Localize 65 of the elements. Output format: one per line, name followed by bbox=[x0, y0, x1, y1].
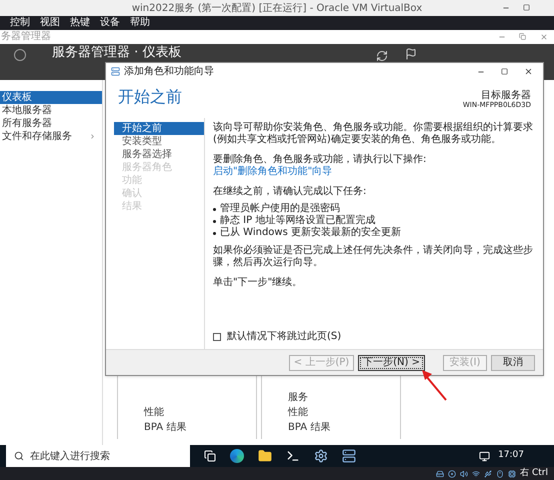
tile-item[interactable]: BPA 结果 bbox=[288, 423, 400, 433]
device-status-icon[interactable] bbox=[472, 470, 480, 478]
tile-item[interactable]: BPA 结果 bbox=[144, 423, 256, 433]
folder-icon[interactable] bbox=[258, 449, 272, 463]
intro-paragraph: 该向导可帮助你安装角色、角色服务或功能。你需要根据组织的计算要求(例如共享文档或托管网站)确定要安装的角色、角色服务或功能。 bbox=[213, 122, 534, 146]
device-status-icon[interactable] bbox=[496, 470, 504, 478]
target-label: 目标服务器 bbox=[481, 90, 531, 101]
clock[interactable]: 17:07 bbox=[498, 449, 524, 463]
page-heading: 开始之前 bbox=[118, 86, 182, 108]
wizard-step[interactable]: 安装类型 bbox=[114, 135, 204, 148]
breadcrumb: 服务器管理器 · 仪表板 bbox=[52, 45, 182, 60]
prerequisite-item: 已从 Windows 更新安装最新的安全更新 bbox=[220, 227, 401, 239]
device-status-icon[interactable] bbox=[448, 470, 456, 478]
menu-item[interactable]: 帮助 bbox=[130, 18, 150, 28]
restore-icon[interactable] bbox=[519, 33, 526, 40]
wizard-step[interactable]: 服务器选择 bbox=[114, 148, 204, 161]
search-field[interactable]: 在此键入进行搜索 bbox=[6, 445, 190, 467]
skip-checkbox[interactable] bbox=[213, 333, 221, 341]
menu-item[interactable]: 控制 bbox=[10, 18, 30, 28]
bullet-icon bbox=[213, 232, 216, 235]
network-icon[interactable] bbox=[479, 450, 490, 462]
device-status-icon[interactable] bbox=[484, 470, 492, 478]
host-key: 右 Ctrl bbox=[520, 469, 548, 478]
nav-item[interactable]: 本地服务器 bbox=[0, 104, 102, 117]
annotation-arrow bbox=[420, 368, 448, 402]
device-status-icon[interactable] bbox=[460, 470, 468, 478]
search-icon bbox=[14, 451, 24, 461]
flag-icon[interactable] bbox=[405, 48, 417, 60]
dialog-button[interactable]: 取消 bbox=[491, 354, 535, 370]
prerequisite-item: 静态 IP 地址等网络设置已配置完成 bbox=[220, 215, 376, 226]
remove-instruction: 要删除角色、角色服务或功能，请执行以下操作: bbox=[213, 154, 428, 166]
close-icon[interactable] bbox=[524, 67, 533, 76]
tile-item[interactable]: 服务 bbox=[288, 393, 400, 403]
remove-wizard-link[interactable]: 启动"删除角色和功能"向导 bbox=[213, 166, 332, 178]
app-title: 务器管理器 bbox=[0, 32, 51, 42]
continue-instruction: 单击"下一步"继续。 bbox=[213, 277, 304, 289]
device-status-icon[interactable] bbox=[508, 470, 516, 478]
task-view-icon[interactable] bbox=[204, 450, 216, 462]
bullet-icon bbox=[213, 208, 216, 211]
nav-item[interactable]: 所有服务器 bbox=[0, 117, 102, 130]
menu-item[interactable]: 热键 bbox=[70, 18, 90, 28]
nav-item[interactable]: 文件和存储服务 bbox=[0, 130, 102, 143]
verify-paragraph: 如果你必须验证是否已完成上述任何先决条件，请关闭向导，完成这些步骤，然后再次运行向导。 bbox=[213, 245, 534, 269]
bullet-icon bbox=[213, 220, 216, 223]
maximize-icon[interactable] bbox=[501, 68, 508, 75]
refresh-icon[interactable] bbox=[376, 50, 388, 62]
expand-icon[interactable] bbox=[89, 133, 96, 140]
menu-item[interactable]: 设备 bbox=[100, 18, 120, 28]
dialog-title: 添加角色和功能向导 bbox=[124, 64, 214, 79]
checkbox-label: 默认情况下将跳过此页(S) bbox=[227, 331, 342, 343]
maximize-icon[interactable] bbox=[523, 4, 530, 11]
prereq-intro: 在继续之前，请确认完成以下任务: bbox=[213, 186, 368, 198]
terminal-icon[interactable] bbox=[286, 449, 300, 463]
menu-item[interactable]: 视图 bbox=[40, 18, 60, 28]
browser-icon[interactable] bbox=[230, 449, 244, 463]
wizard-icon bbox=[111, 67, 120, 76]
nav-item[interactable]: 仪表板 bbox=[0, 91, 102, 104]
settings-icon[interactable] bbox=[314, 449, 328, 463]
device-status-icon[interactable] bbox=[436, 470, 444, 478]
wizard-step[interactable]: 开始之前 bbox=[114, 122, 204, 135]
tile-item[interactable]: 性能 bbox=[288, 408, 400, 418]
window-title: win2022服务 (第一次配置) [正在运行] - Oracle VM VirtualBox bbox=[132, 2, 422, 16]
tile-item[interactable]: 性能 bbox=[144, 408, 256, 418]
prerequisite-item: 管理员帐户使用的是强密码 bbox=[220, 203, 340, 214]
server-icon[interactable] bbox=[342, 449, 356, 463]
